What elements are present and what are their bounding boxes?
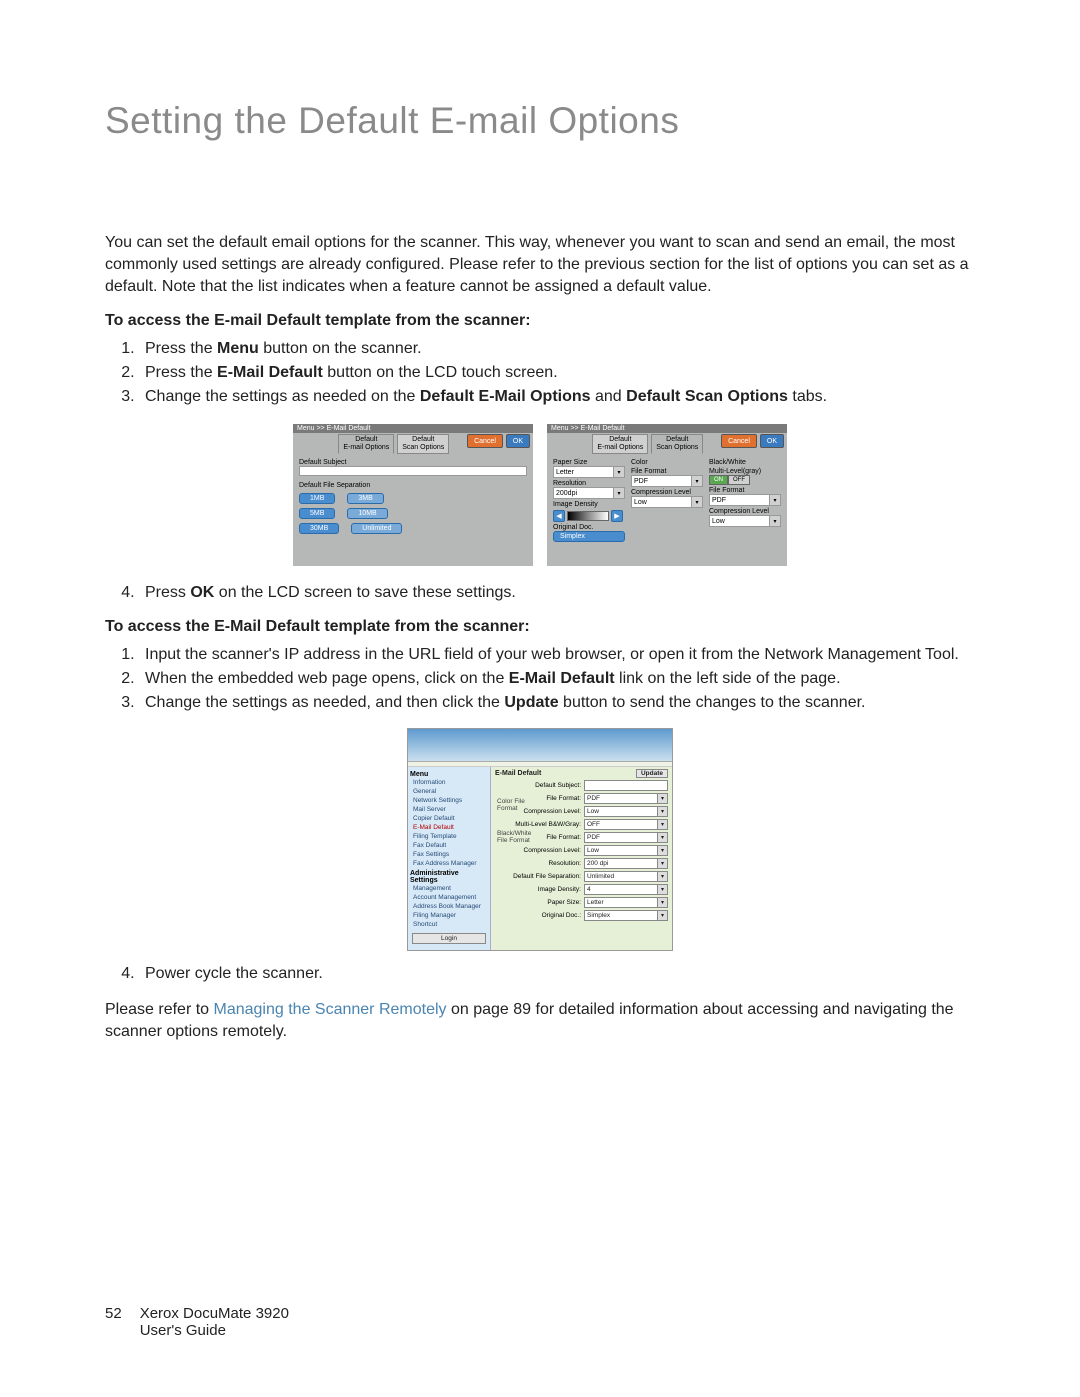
- chevron-down-icon: ▾: [692, 496, 703, 508]
- chevron-down-icon: ▾: [770, 494, 781, 506]
- chevron-down-icon: ▾: [770, 515, 781, 527]
- list-item: Input the scanner's IP address in the UR…: [139, 644, 975, 666]
- chevron-down-icon: ▾: [614, 487, 625, 499]
- chevron-down-icon: ▾: [658, 910, 668, 921]
- list-item: Press OK on the LCD screen to save these…: [139, 582, 975, 604]
- lcd-screenshot-email-options: Menu >> E-Mail Default Default E-mail Op…: [293, 424, 533, 566]
- cross-reference-link: Managing the Scanner Remotely: [214, 1001, 447, 1018]
- tab-email-options: Default E-mail Options: [592, 434, 648, 454]
- page-number: 52: [105, 1305, 122, 1322]
- density-slider: ◀▶: [553, 510, 625, 522]
- chevron-down-icon: ▾: [658, 858, 668, 869]
- section2-steps-1-3: Input the scanner's IP address in the UR…: [105, 644, 975, 714]
- lcd-screenshot-scan-options: Menu >> E-Mail Default Default E-mail Op…: [547, 424, 787, 566]
- subject-field: [299, 466, 527, 476]
- tab-scan-options: Default Scan Options: [651, 434, 703, 454]
- chevron-down-icon: ▾: [658, 897, 668, 908]
- lcd-screenshots-row: Menu >> E-Mail Default Default E-mail Op…: [105, 424, 975, 566]
- intro-paragraph: You can set the default email options fo…: [105, 232, 975, 298]
- chevron-down-icon: ▾: [658, 845, 668, 856]
- section1-step-4: Press OK on the LCD screen to save these…: [105, 582, 975, 604]
- section1-steps-1-3: Press the Menu button on the scanner. Pr…: [105, 338, 975, 408]
- tab-email-options: Default E-mail Options: [338, 434, 394, 454]
- toggle: ONOFF: [709, 475, 781, 485]
- list-item: Power cycle the scanner.: [139, 963, 975, 985]
- cancel-button: Cancel: [721, 434, 757, 448]
- login-button: Login: [412, 933, 486, 944]
- pill-button: 30MB: [299, 523, 339, 534]
- web-banner: [408, 729, 672, 762]
- section2-heading: To access the E-Mail Default template fr…: [105, 618, 975, 636]
- list-item: Change the settings as needed on the Def…: [139, 386, 975, 408]
- pill-button: 5MB: [299, 508, 335, 519]
- chevron-down-icon: ▾: [658, 884, 668, 895]
- page-title: Setting the Default E-mail Options: [105, 100, 975, 142]
- chevron-down-icon: ▾: [692, 475, 703, 487]
- breadcrumb: Menu >> E-Mail Default: [547, 424, 787, 433]
- list-item: When the embedded web page opens, click …: [139, 668, 975, 690]
- list-item: Press the E-Mail Default button on the L…: [139, 362, 975, 384]
- web-sidebar: Menu Information General Network Setting…: [408, 767, 491, 950]
- chevron-down-icon: ▾: [658, 832, 668, 843]
- pill-button: 3MB: [347, 493, 383, 504]
- tab-scan-options: Default Scan Options: [397, 434, 449, 454]
- pill-button: 10MB: [347, 508, 387, 519]
- pill-button: Unlimited: [351, 523, 402, 534]
- update-button: Update: [636, 769, 668, 778]
- ok-button: OK: [760, 434, 784, 448]
- pill-button: 1MB: [299, 493, 335, 504]
- page-footer: 52 Xerox DocuMate 3920 User's Guide: [105, 1305, 289, 1339]
- section1-heading: To access the E-mail Default template fr…: [105, 312, 975, 330]
- closing-paragraph: Please refer to Managing the Scanner Rem…: [105, 999, 975, 1043]
- sidebar-item-email-default: E-Mail Default: [413, 823, 488, 832]
- web-content: E-Mail Default Update Default Subject: C…: [491, 767, 672, 950]
- ok-button: OK: [506, 434, 530, 448]
- web-screenshot-wrap: Menu Information General Network Setting…: [105, 728, 975, 951]
- chevron-down-icon: ▾: [658, 793, 668, 804]
- breadcrumb: Menu >> E-Mail Default: [293, 424, 533, 433]
- chevron-down-icon: ▾: [658, 819, 668, 830]
- label: Default Subject: [299, 459, 527, 466]
- list-item: Press the Menu button on the scanner.: [139, 338, 975, 360]
- chevron-down-icon: ▾: [658, 871, 668, 882]
- label: Default File Separation: [299, 482, 527, 489]
- chevron-down-icon: ▾: [658, 806, 668, 817]
- cancel-button: Cancel: [467, 434, 503, 448]
- list-item: Change the settings as needed, and then …: [139, 692, 975, 714]
- chevron-down-icon: ▾: [614, 466, 625, 478]
- web-screenshot: Menu Information General Network Setting…: [407, 728, 673, 951]
- document-page: Setting the Default E-mail Options You c…: [0, 0, 1080, 1397]
- section2-step-4: Power cycle the scanner.: [105, 963, 975, 985]
